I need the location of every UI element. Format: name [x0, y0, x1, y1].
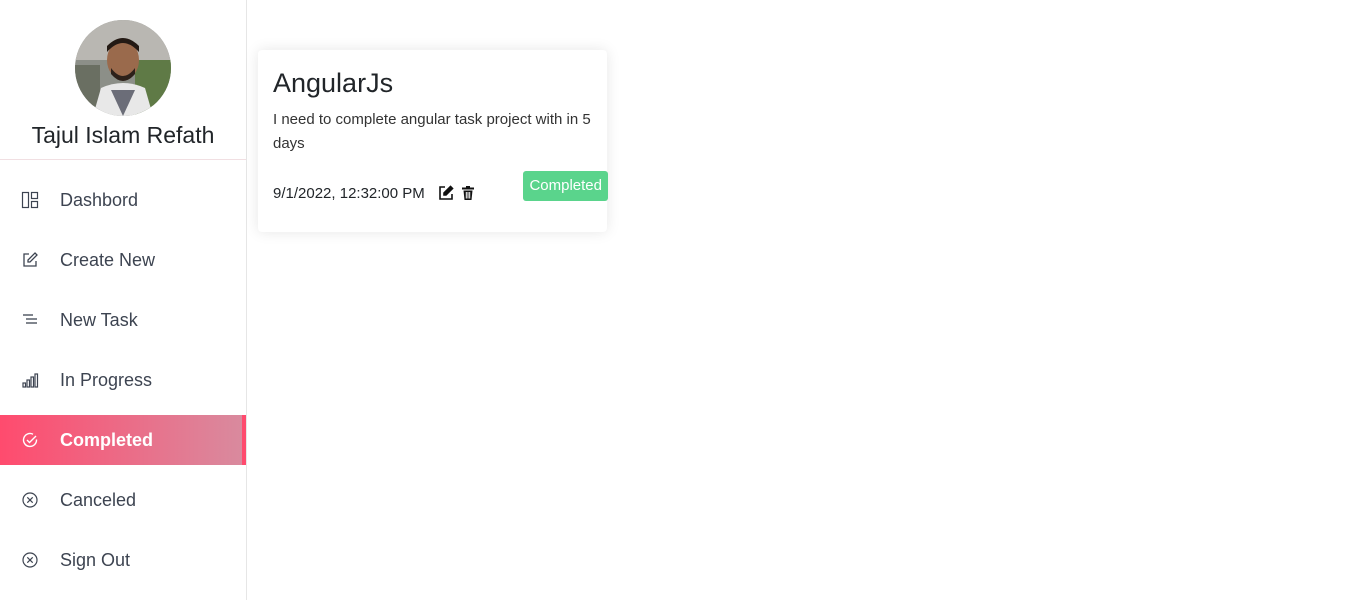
dashboard-icon [21, 191, 39, 209]
sidebar-item-new-task[interactable]: New Task [0, 295, 246, 345]
x-circle-icon [21, 491, 39, 509]
sidebar: Tajul Islam Refath Dashbord Create New N… [0, 0, 247, 600]
sidebar-item-label: Dashbord [60, 189, 139, 210]
task-footer: 9/1/2022, 12:32:00 PM Completed [273, 171, 608, 205]
edit-icon [21, 251, 39, 269]
sidebar-item-label: Create New [60, 249, 156, 270]
sidebar-item-create-new[interactable]: Create New [0, 235, 246, 285]
sidebar-nav: Dashbord Create New New Task In Progress… [0, 175, 246, 595]
sidebar-item-label: Sign Out [60, 549, 131, 570]
profile-section: Tajul Islam Refath [0, 0, 246, 160]
status-badge[interactable]: Completed [523, 171, 608, 201]
sidebar-item-label: Canceled [60, 489, 137, 510]
sidebar-item-label: New Task [60, 309, 138, 330]
app: Tajul Islam Refath Dashbord Create New N… [0, 0, 1366, 600]
task-card: AngularJs I need to complete angular tas… [258, 50, 608, 232]
sidebar-item-label: Completed [60, 429, 154, 450]
sidebar-item-sign-out[interactable]: Sign Out [0, 535, 246, 585]
main-content: AngularJs I need to complete angular tas… [247, 0, 1366, 600]
sidebar-item-completed[interactable]: Completed [0, 415, 246, 465]
sidebar-item-canceled[interactable]: Canceled [0, 475, 246, 525]
bar-chart-icon [21, 371, 39, 389]
x-circle-icon [21, 551, 39, 569]
sidebar-item-label: In Progress [60, 369, 153, 390]
trash-icon[interactable] [460, 185, 476, 201]
edit-icon[interactable] [438, 185, 454, 201]
task-date: 9/1/2022, 12:32:00 PM [273, 185, 425, 202]
task-title: AngularJs [273, 68, 394, 98]
task-description: I need to complete angular task project … [273, 111, 591, 152]
sidebar-item-in-progress[interactable]: In Progress [0, 355, 246, 405]
profile-name: Tajul Islam Refath [31, 122, 215, 148]
list-icon [21, 311, 39, 329]
avatar [75, 20, 171, 116]
check-circle-icon [21, 431, 39, 449]
sidebar-item-dashboard[interactable]: Dashbord [0, 175, 246, 225]
